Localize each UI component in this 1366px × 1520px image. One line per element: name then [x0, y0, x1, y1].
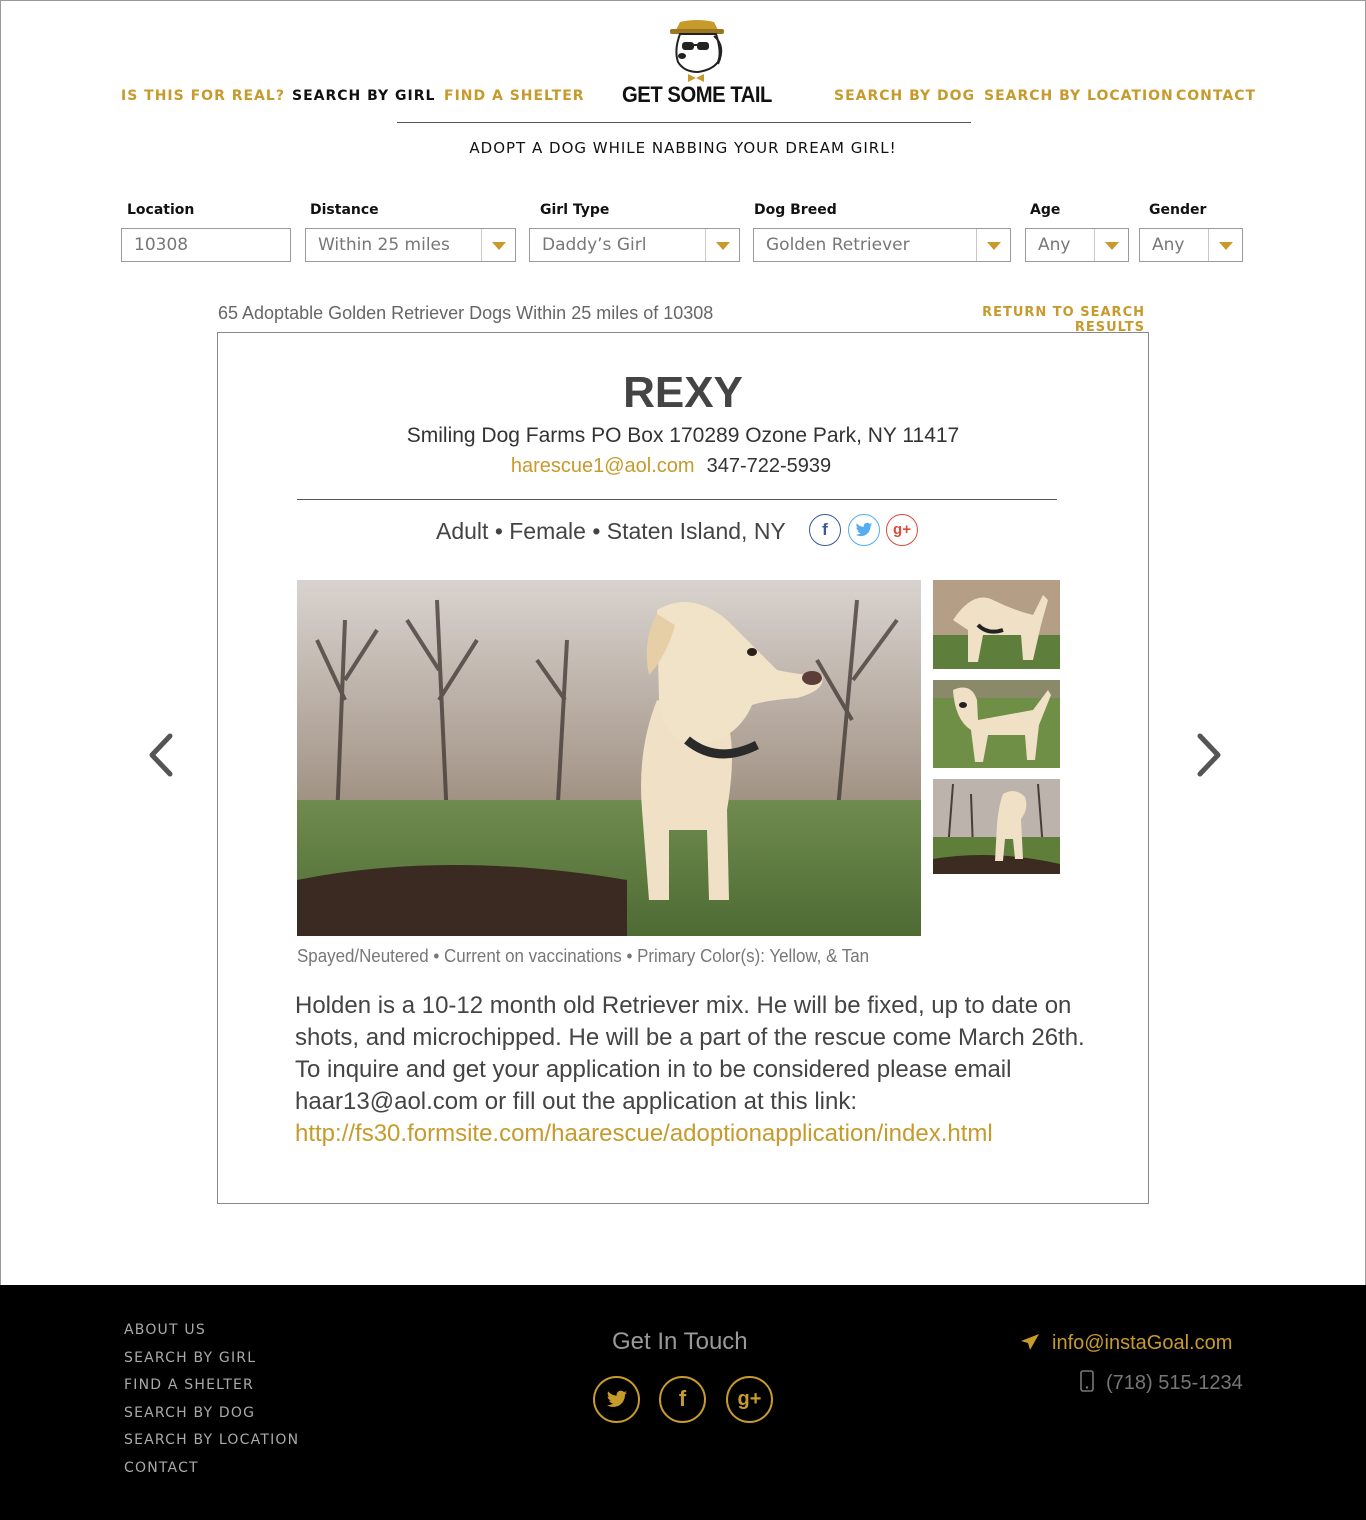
paper-plane-icon: [1020, 1333, 1042, 1357]
distance-label: Distance: [310, 202, 379, 218]
dog-details: Spayed/Neutered • Current on vaccination…: [297, 946, 870, 966]
twitter-icon[interactable]: [593, 1376, 640, 1423]
header-divider: [397, 122, 971, 123]
footer-link-search-by-dog[interactable]: SEARCH BY DOG: [124, 1405, 255, 1421]
dog-breed-label: Dog Breed: [754, 202, 837, 218]
dog-main-photo: [297, 580, 921, 936]
get-in-touch-heading: Get In Touch: [612, 1328, 748, 1355]
google-plus-icon[interactable]: g+: [886, 514, 918, 546]
shelter-phone: 347-722-5939: [706, 455, 832, 477]
footer-email-text: info@instaGoal.com: [1052, 1332, 1233, 1354]
age-value: Any: [1038, 235, 1071, 255]
footer-link-contact[interactable]: CONTACT: [124, 1460, 199, 1476]
logo-dog-icon[interactable]: [614, 18, 780, 87]
google-plus-icon[interactable]: g+: [726, 1376, 773, 1423]
facebook-icon[interactable]: f: [659, 1376, 706, 1423]
dog-breed-value: Golden Retriever: [766, 235, 910, 255]
shelter-contact: harescue1@aol.com 347-722-5939: [0, 455, 1354, 478]
location-value: 10308: [134, 235, 189, 255]
distance-value: Within 25 miles: [318, 235, 450, 255]
dog-name: REXY: [623, 368, 743, 417]
chevron-down-icon[interactable]: [1094, 229, 1128, 261]
age-select[interactable]: Any: [1025, 228, 1129, 262]
chevron-down-icon[interactable]: [976, 229, 1010, 261]
next-arrow-icon[interactable]: [1188, 730, 1228, 780]
footer-phone-text: (718) 515-1234: [1106, 1372, 1243, 1394]
nav-search-by-dog[interactable]: SEARCH BY DOG: [834, 88, 975, 104]
footer-link-about-us[interactable]: ABOUT US: [124, 1322, 206, 1338]
nav-is-this-for-real[interactable]: IS THIS FOR REAL?: [121, 88, 285, 104]
girl-type-select[interactable]: Daddy’s Girl: [529, 228, 740, 262]
dog-meta: Adult • Female • Staten Island, NY: [436, 518, 786, 544]
card-divider: [297, 499, 1057, 500]
dog-description: Holden is a 10-12 month old Retriever mi…: [295, 990, 1095, 1150]
tagline: ADOPT A DOG WHILE NABBING YOUR DREAM GIR…: [469, 139, 897, 157]
girl-type-value: Daddy’s Girl: [542, 235, 647, 255]
dog-breed-select[interactable]: Golden Retriever: [753, 228, 1011, 262]
distance-select[interactable]: Within 25 miles: [305, 228, 516, 262]
gender-select[interactable]: Any: [1139, 228, 1243, 262]
chevron-down-icon[interactable]: [481, 229, 515, 261]
gender-value: Any: [1152, 235, 1185, 255]
footer-link-search-by-location[interactable]: SEARCH BY LOCATION: [124, 1432, 299, 1448]
age-label: Age: [1030, 202, 1061, 218]
nav-search-by-girl[interactable]: SEARCH BY GIRL: [292, 88, 435, 104]
footer-link-find-a-shelter[interactable]: FIND A SHELTER: [124, 1377, 254, 1393]
gender-label: Gender: [1149, 202, 1207, 218]
footer-link-search-by-girl[interactable]: SEARCH BY GIRL: [124, 1350, 256, 1366]
dog-thumbnail-1[interactable]: [933, 580, 1060, 669]
location-label: Location: [127, 202, 195, 218]
nav-find-a-shelter[interactable]: FIND A SHELTER: [444, 88, 585, 104]
nav-search-by-location[interactable]: SEARCH BY LOCATION: [984, 88, 1174, 104]
shelter-address: Smiling Dog Farms PO Box 170289 Ozone Pa…: [406, 424, 960, 447]
return-to-results-link[interactable]: RETURN TO SEARCH RESULTS: [923, 305, 1145, 335]
results-summary: 65 Adoptable Golden Retriever Dogs Withi…: [218, 303, 714, 323]
chevron-down-icon[interactable]: [1208, 229, 1242, 261]
footer-phone: (718) 515-1234: [1080, 1370, 1243, 1398]
twitter-icon[interactable]: [848, 514, 880, 546]
dog-thumbnail-3[interactable]: [933, 779, 1060, 874]
application-link[interactable]: http://fs30.formsite.com/haarescue/adopt…: [295, 1120, 993, 1147]
footer-email[interactable]: info@instaGoal.com: [1020, 1332, 1232, 1357]
dog-description-text: Holden is a 10-12 month old Retriever mi…: [295, 992, 1085, 1115]
nav-contact[interactable]: CONTACT: [1176, 88, 1256, 104]
logo-title[interactable]: GET SOME TAIL: [621, 82, 774, 108]
previous-arrow-icon[interactable]: [142, 730, 182, 780]
shelter-email-link[interactable]: harescue1@aol.com: [511, 455, 695, 477]
facebook-icon[interactable]: f: [809, 514, 841, 546]
location-input[interactable]: 10308: [121, 228, 291, 262]
phone-icon: [1080, 1370, 1094, 1398]
chevron-down-icon[interactable]: [705, 229, 739, 261]
girl-type-label: Girl Type: [540, 202, 610, 218]
dog-thumbnail-2[interactable]: [933, 680, 1060, 768]
